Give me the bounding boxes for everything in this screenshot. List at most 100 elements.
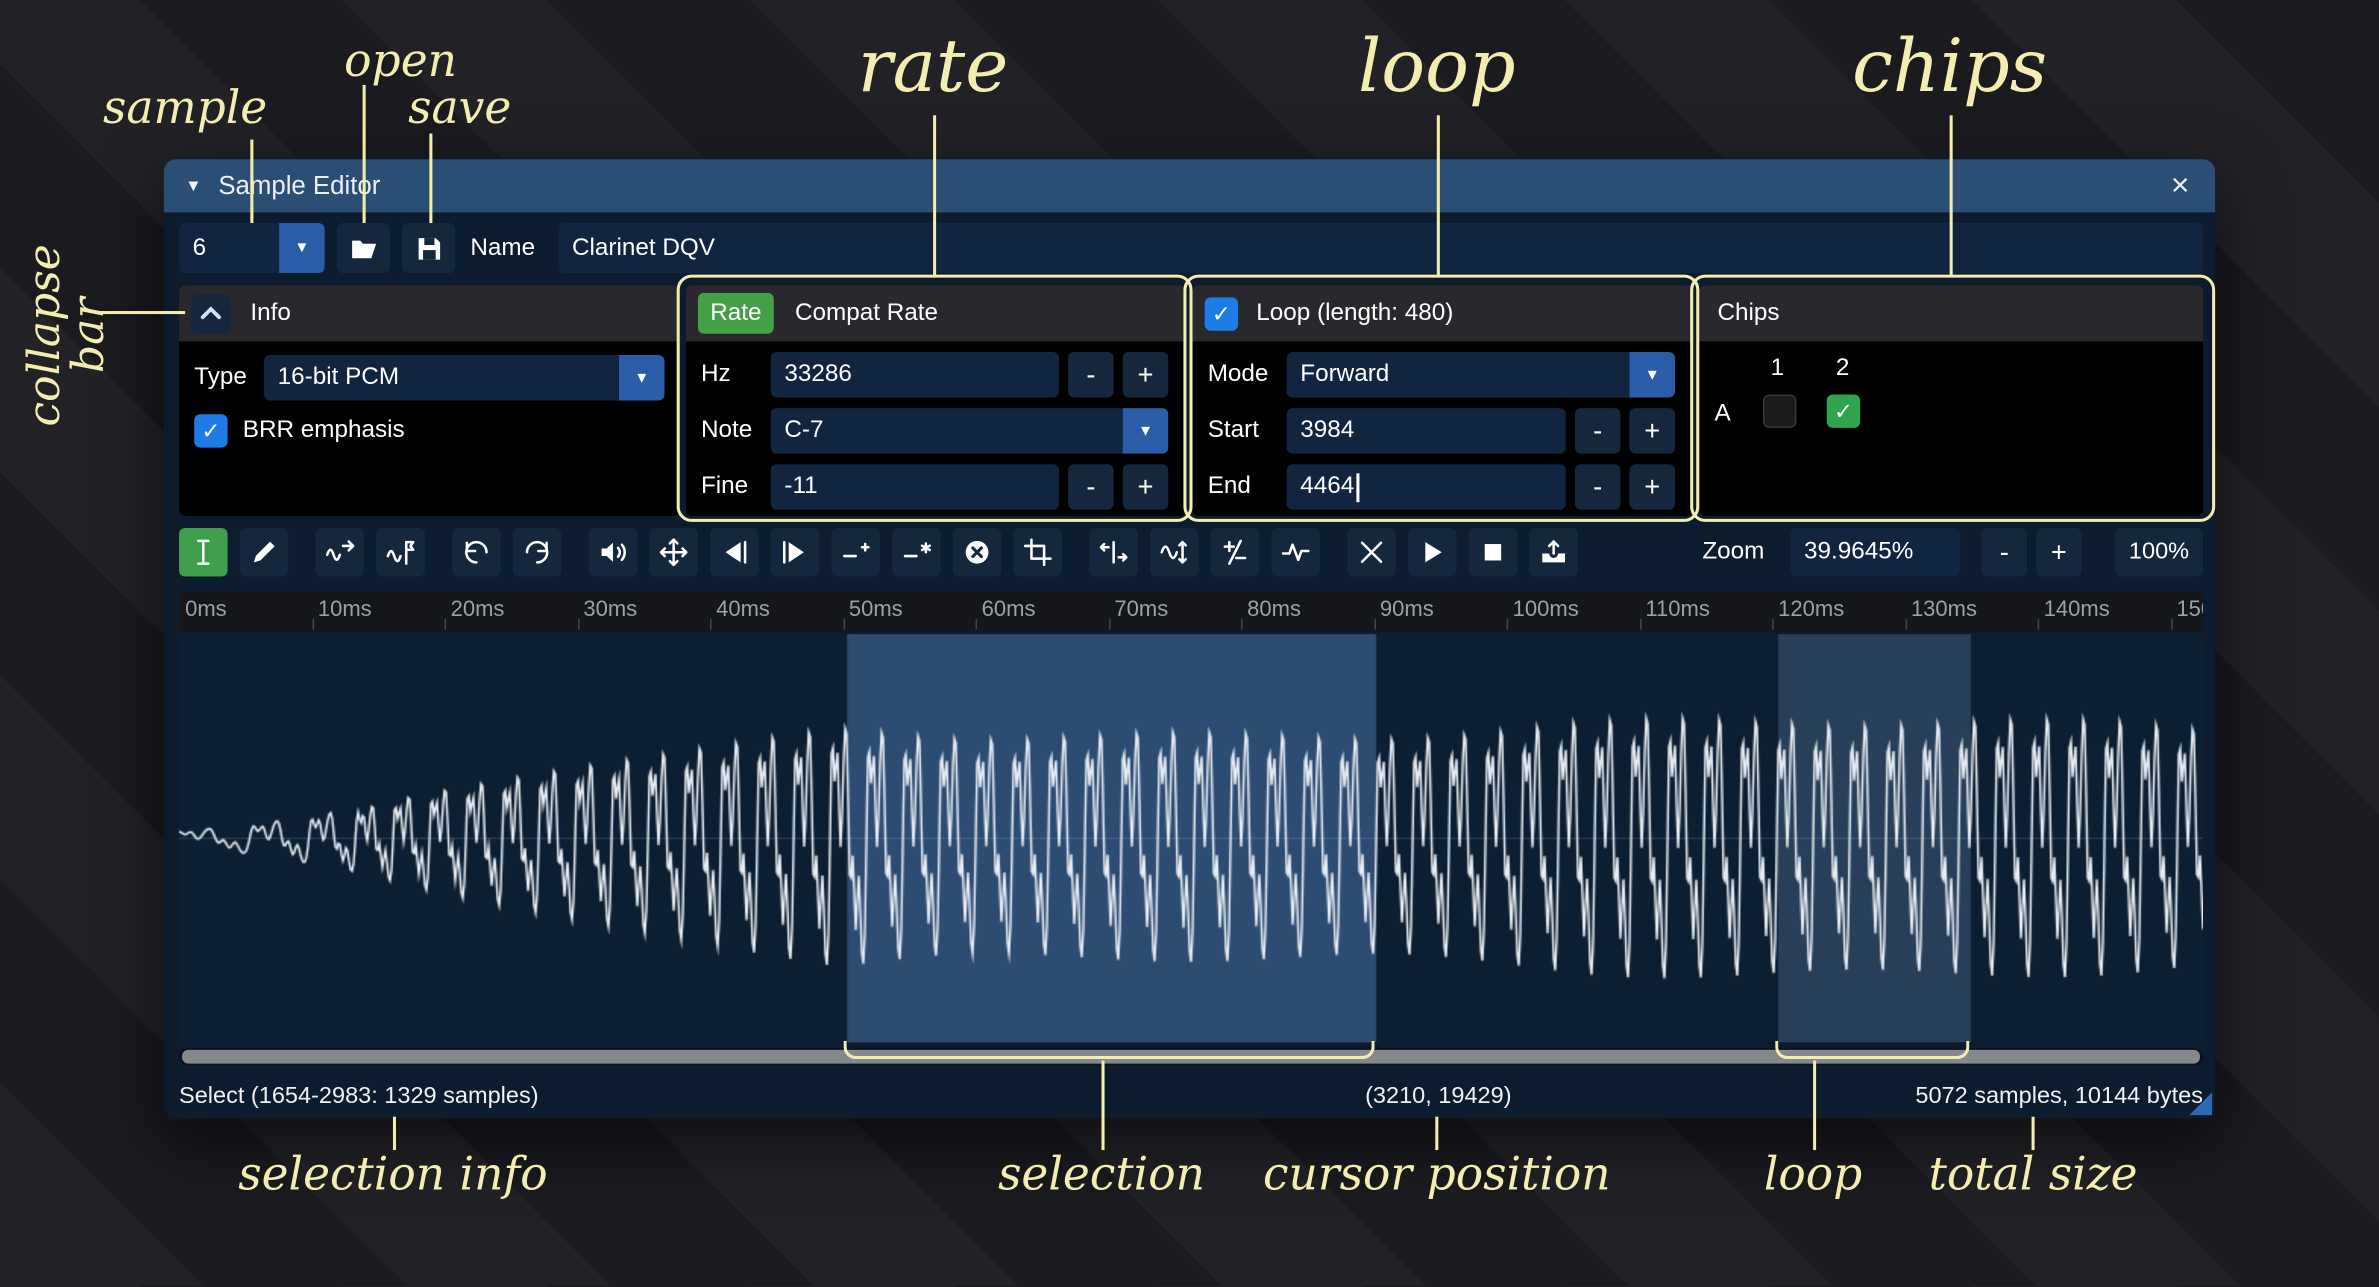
timeline-label: 10ms bbox=[318, 598, 372, 622]
reverse-button[interactable] bbox=[1089, 528, 1138, 577]
hz-label: Hz bbox=[701, 352, 731, 398]
annotation-sample: sample bbox=[79, 86, 291, 132]
zoom-in-button[interactable]: + bbox=[2036, 528, 2082, 577]
loop-end-value: 4464 bbox=[1300, 473, 1354, 500]
timeline-tick bbox=[710, 619, 712, 630]
chevron-down-icon: ▼ bbox=[634, 369, 649, 386]
filter-button[interactable] bbox=[1271, 528, 1320, 577]
name-input[interactable]: Clarinet DQV bbox=[558, 223, 2203, 273]
amplify-icon bbox=[598, 537, 628, 567]
timeline-label: 110ms bbox=[1645, 598, 1709, 622]
chip-row-label: A bbox=[1714, 398, 1730, 431]
hz-increase-button[interactable]: + bbox=[1123, 352, 1169, 398]
loop-enable-checkbox[interactable]: ✓ bbox=[1205, 297, 1238, 330]
fine-decrease-button[interactable]: - bbox=[1068, 464, 1114, 510]
brr-emphasis-checkbox[interactable]: ✓ bbox=[194, 414, 227, 447]
trim-icon bbox=[1023, 537, 1053, 567]
timeline-tick bbox=[1241, 619, 1243, 630]
type-label: Type bbox=[194, 355, 247, 401]
crosscut-button[interactable] bbox=[1347, 528, 1396, 577]
zoom-input[interactable]: 39.9645% bbox=[1790, 528, 1960, 577]
preview-button[interactable] bbox=[1408, 528, 1457, 577]
fine-increase-button[interactable]: + bbox=[1123, 464, 1169, 510]
loop-mode-select[interactable]: Forward ▼ bbox=[1287, 352, 1675, 398]
normalize-icon bbox=[658, 537, 688, 567]
invert-button[interactable] bbox=[1150, 528, 1199, 577]
timeline-label: 80ms bbox=[1247, 598, 1301, 622]
stop-icon bbox=[1478, 537, 1508, 567]
rate-panel-header: Rate Compat Rate bbox=[686, 285, 1187, 341]
amplify-button[interactable] bbox=[589, 528, 638, 577]
annotation-loop: loop bbox=[1285, 30, 1588, 103]
loop-start-decrease-button[interactable]: - bbox=[1575, 408, 1621, 454]
info-panel-header: Info bbox=[179, 285, 680, 341]
loop-start-increase-button[interactable]: + bbox=[1629, 408, 1675, 454]
loop-end-increase-button[interactable]: + bbox=[1629, 464, 1675, 510]
sample-number-select[interactable]: 6 ▼ bbox=[179, 223, 325, 273]
undo-button[interactable] bbox=[452, 528, 501, 577]
timeline-label: 70ms bbox=[1114, 598, 1168, 622]
fade-in-button[interactable] bbox=[710, 528, 759, 577]
chip-column-2-label: 2 bbox=[1836, 352, 1850, 385]
fade-out-button[interactable] bbox=[771, 528, 820, 577]
sample-number-value: 6 bbox=[193, 234, 207, 261]
fine-input[interactable]: -11 bbox=[771, 464, 1059, 510]
zoom-out-button[interactable]: - bbox=[1981, 528, 2027, 577]
normalize-button[interactable] bbox=[649, 528, 698, 577]
timeline-tick bbox=[976, 619, 978, 630]
type-select[interactable]: 16-bit PCM ▼ bbox=[264, 355, 665, 401]
delete-button[interactable] bbox=[953, 528, 1002, 577]
insert-silence-icon bbox=[841, 537, 871, 567]
save-button[interactable] bbox=[402, 223, 455, 273]
note-label: Note bbox=[701, 408, 752, 454]
chip-2-checkbox[interactable]: ✓ bbox=[1827, 394, 1860, 427]
loop-end-input[interactable]: 4464 bbox=[1287, 464, 1566, 510]
draw-button[interactable] bbox=[240, 528, 289, 577]
redo-button[interactable] bbox=[513, 528, 562, 577]
chips-panel-title: Chips bbox=[1717, 300, 1779, 327]
cursor-position-status: (3210, 19429) bbox=[1271, 1076, 1605, 1118]
create-instrument-button[interactable] bbox=[1529, 528, 1578, 577]
info-panel: Info Type 16-bit PCM ▼ ✓ BRR emphasis bbox=[179, 285, 680, 516]
check-icon: ✓ bbox=[201, 417, 220, 444]
note-select[interactable]: C-7 ▼ bbox=[771, 408, 1169, 454]
hz-input[interactable]: 33286 bbox=[771, 352, 1059, 398]
resize-button[interactable] bbox=[316, 528, 365, 577]
select-button[interactable] bbox=[179, 528, 228, 577]
insert-silence-button[interactable] bbox=[831, 528, 880, 577]
annotation-selection-info: selection info bbox=[196, 1153, 590, 1199]
titlebar[interactable]: ▼ Sample Editor × bbox=[164, 159, 2215, 212]
apply-silence-button[interactable] bbox=[892, 528, 941, 577]
invert-icon bbox=[1159, 537, 1189, 567]
annotation-line-selection-info bbox=[393, 1117, 396, 1150]
text-cursor bbox=[1356, 473, 1359, 502]
waveform-canvas[interactable] bbox=[179, 634, 2203, 1042]
zoom-reset-button[interactable]: 100% bbox=[2115, 528, 2203, 577]
window-collapse-icon[interactable]: ▼ bbox=[185, 177, 202, 195]
rate-badge-button[interactable]: Rate bbox=[698, 293, 774, 334]
timeline-tick bbox=[843, 619, 845, 630]
loop-end-decrease-button[interactable]: - bbox=[1575, 464, 1621, 510]
delete-icon bbox=[962, 537, 992, 567]
timeline-tick bbox=[1108, 619, 1110, 630]
close-button[interactable]: × bbox=[2161, 166, 2200, 205]
timeline-label: 0ms bbox=[185, 598, 227, 622]
stop-button[interactable] bbox=[1469, 528, 1518, 577]
open-button[interactable] bbox=[337, 223, 390, 273]
timeline-tick bbox=[312, 619, 314, 630]
resize-grip[interactable] bbox=[2189, 1092, 2212, 1115]
resample-button[interactable] bbox=[376, 528, 425, 577]
loop-start-input[interactable]: 3984 bbox=[1287, 408, 1566, 454]
hz-decrease-button[interactable]: - bbox=[1068, 352, 1114, 398]
trim-button[interactable] bbox=[1014, 528, 1063, 577]
redo-icon bbox=[522, 537, 552, 567]
fade-in-icon bbox=[719, 537, 749, 567]
loop-end-label: End bbox=[1208, 464, 1251, 510]
timeline-ruler: 0ms10ms20ms30ms40ms50ms60ms70ms80ms90ms1… bbox=[179, 592, 2203, 631]
scrollbar-thumb[interactable] bbox=[182, 1050, 2200, 1064]
rate-panel-title: Compat Rate bbox=[795, 300, 938, 327]
sign-exchange-button[interactable] bbox=[1211, 528, 1260, 577]
filter-icon bbox=[1281, 537, 1311, 567]
info-collapse-button[interactable] bbox=[191, 294, 230, 333]
chip-1-checkbox[interactable] bbox=[1763, 394, 1796, 427]
